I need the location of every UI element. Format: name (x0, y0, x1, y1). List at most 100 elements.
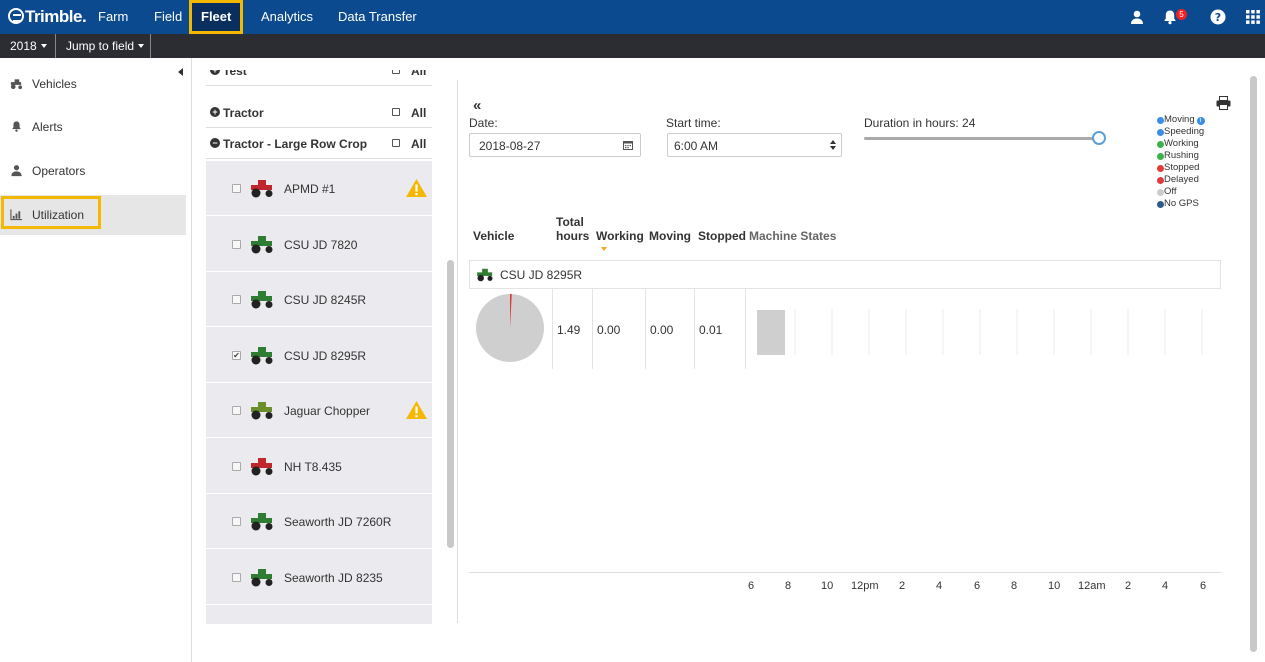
total-hours-value: 1.49 (557, 323, 581, 337)
year-dropdown[interactable]: 2018 (10, 39, 47, 53)
sidebar-item-label: Vehicles (32, 77, 77, 91)
legend-dot (1157, 201, 1164, 208)
col-moving[interactable]: Moving (649, 229, 691, 243)
nav-field[interactable]: Field (154, 9, 182, 24)
select-arrows-icon (830, 140, 836, 150)
machine-states-timeline (757, 309, 1203, 355)
legend-item: No GPS (1157, 198, 1205, 210)
expand-icon[interactable]: + (210, 70, 220, 75)
group-tractor-large-row-crop[interactable]: − Tractor - Large Row Crop All (206, 128, 432, 159)
vehicle-checkbox[interactable] (232, 406, 241, 415)
moving-cell: 0.00 (645, 289, 694, 369)
legend-item: Speeding (1157, 126, 1205, 138)
timeline-tick-label: 8 (785, 580, 792, 592)
legend-dot (1157, 117, 1164, 124)
col-total-hours-line1[interactable]: Total (556, 215, 584, 229)
legend-dot (1157, 165, 1164, 172)
tractor-icon (251, 346, 273, 364)
svg-text:?: ? (1215, 11, 1221, 24)
group-checkbox[interactable] (392, 108, 400, 116)
col-total-hours-line2[interactable]: hours (556, 229, 589, 243)
vehicle-checkbox[interactable] (232, 517, 241, 526)
warning-icon[interactable] (405, 178, 428, 198)
user-icon[interactable] (1129, 9, 1145, 25)
vehicle-list-item[interactable]: ✔ CSU JD 8295R (206, 328, 432, 383)
tractor-icon (477, 268, 493, 282)
info-icon[interactable]: i (1196, 117, 1205, 125)
print-icon[interactable] (1216, 96, 1231, 110)
nav-farm[interactable]: Farm (98, 9, 128, 24)
vehicle-list-item[interactable]: CSU JD 8245R (206, 272, 432, 327)
jump-to-field-dropdown[interactable]: Jump to field (66, 39, 145, 53)
nav-data-transfer[interactable]: Data Transfer (338, 9, 417, 24)
timeline-tick-label: 12pm (851, 580, 879, 592)
col-machine-states: Machine States (749, 229, 837, 243)
timeline-tick-label: 10 (821, 580, 834, 592)
timeline-tick-label: 6 (1200, 580, 1207, 592)
group-checkbox[interactable] (392, 139, 400, 147)
legend-item: Delayed (1157, 174, 1205, 186)
trimble-logo[interactable]: Trimble. (8, 7, 87, 27)
legend-item: Moving i (1157, 114, 1205, 126)
group-tractor[interactable]: + Tractor All (206, 97, 432, 128)
legend-label: No GPS (1164, 198, 1199, 209)
duration-slider-handle[interactable] (1092, 131, 1106, 145)
col-vehicle[interactable]: Vehicle (473, 229, 514, 243)
duration-label: Duration in hours: 24 (864, 116, 976, 130)
group-all-label: All (411, 70, 427, 78)
group-test[interactable]: + Test All (206, 70, 432, 86)
tractor-icon (251, 235, 273, 253)
help-icon[interactable]: ? (1210, 9, 1226, 25)
sidebar-item-alerts[interactable]: Alerts (0, 107, 186, 147)
chevron-down-icon (138, 44, 145, 48)
sidebar-item-vehicles[interactable]: Vehicles (0, 64, 186, 104)
tractor-icon (251, 457, 273, 475)
vehicle-checkbox[interactable] (232, 572, 241, 582)
col-stopped[interactable]: Stopped (698, 229, 746, 243)
vehicle-checkbox[interactable] (232, 184, 241, 193)
stopped-value: 0.01 (699, 323, 723, 337)
collapse-icon[interactable]: − (210, 138, 220, 148)
timeline-tick-label: 4 (936, 580, 943, 592)
group-checkbox[interactable] (392, 70, 400, 74)
vehicle-list-item[interactable]: Seaworth JD 7260R (206, 494, 432, 549)
vehicle-list-item[interactable]: NH T8.435 (206, 439, 432, 494)
page-scrollbar[interactable] (1250, 76, 1257, 652)
timeline-off-segment (757, 310, 785, 355)
vehicle-list-item[interactable]: APMD #1 (206, 161, 432, 216)
top-nav: Trimble. Farm Field Fleet Analytics Data… (0, 0, 1265, 34)
tractor-icon (251, 180, 273, 198)
expand-icon[interactable]: + (210, 107, 220, 117)
group-label: Test (223, 70, 247, 78)
vehicle-checkbox[interactable] (232, 295, 241, 304)
duration-slider-track[interactable] (864, 137, 1100, 140)
calendar-icon[interactable] (623, 140, 633, 150)
vehicle-checkbox[interactable]: ✔ (232, 350, 241, 360)
vehicle-list-item[interactable]: Seaworth JD 8235 (206, 550, 432, 605)
vehicle-checkbox[interactable] (232, 239, 241, 249)
nav-analytics[interactable]: Analytics (261, 9, 313, 24)
sidebar-item-operators[interactable]: Operators (0, 151, 186, 191)
date-input[interactable]: 2018-08-27 (469, 133, 641, 157)
machine-states-legend: Moving i Speeding Working Rushing Stopped Dela… (1157, 114, 1205, 210)
vehicle-list-item[interactable]: Jaguar Chopper (206, 383, 432, 438)
warning-icon[interactable] (405, 400, 428, 420)
machine-states-area (469, 368, 1221, 573)
vehicle-name: Jaguar Chopper (284, 404, 371, 418)
tractor-icon (10, 79, 23, 90)
timeline-tick-label: 6 (974, 580, 981, 592)
utilization-panel: « Date: 2018-08-27 Start time: 6:00 AM D… (458, 66, 1248, 662)
double-chevron-left-icon[interactable]: « (473, 97, 481, 114)
start-time-select[interactable]: 6:00 AM (667, 133, 842, 157)
nav-fleet[interactable]: Fleet (189, 0, 244, 34)
col-working[interactable]: Working (596, 229, 644, 243)
vehicle-list-item[interactable]: CSU JD 7820 (206, 217, 432, 272)
vehicle-name: CSU JD 7820 (284, 237, 358, 252)
vehicle-list-scrollbar[interactable] (447, 260, 454, 548)
apps-grid-icon[interactable] (1245, 9, 1261, 25)
sidebar: Vehicles Alerts Operators Utilization (0, 58, 192, 662)
vehicle-checkbox[interactable] (232, 461, 241, 471)
total-hours-cell: 1.49 (552, 289, 592, 369)
timeline-tick-label: 2 (899, 580, 906, 592)
legend-dot (1157, 141, 1164, 148)
